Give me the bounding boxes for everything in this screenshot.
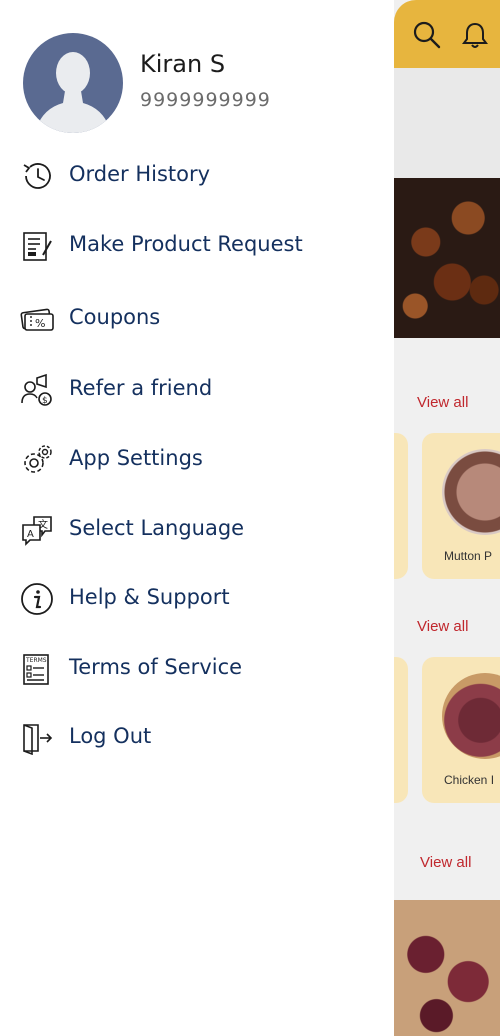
menu-item-label: Help & Support bbox=[69, 585, 230, 609]
product-image bbox=[442, 449, 500, 535]
menu-item-product-request[interactable]: Make Product Request bbox=[0, 220, 394, 270]
menu-item-label: App Settings bbox=[69, 446, 203, 470]
product-card-label: Chicken I bbox=[444, 773, 495, 787]
menu-item-select-language[interactable]: 文 A Select Language bbox=[0, 504, 394, 554]
product-card-label: Mutton P bbox=[444, 549, 493, 563]
menu-item-label: Make Product Request bbox=[69, 232, 303, 256]
menu-item-coupons[interactable]: % Coupons bbox=[0, 293, 394, 343]
user-name: Kiran S bbox=[140, 50, 226, 78]
app-header bbox=[394, 0, 500, 68]
language-icon: 文 A bbox=[22, 516, 52, 546]
menu-item-label: Refer a friend bbox=[69, 376, 213, 400]
history-icon bbox=[23, 163, 51, 189]
view-all-link[interactable]: View all bbox=[420, 854, 471, 871]
menu-item-label: Terms of Service bbox=[69, 655, 243, 679]
banner-placeholder bbox=[394, 68, 500, 178]
product-card-partial[interactable] bbox=[394, 657, 408, 803]
terms-document-icon: TERMS bbox=[23, 654, 49, 685]
user-silhouette-icon bbox=[35, 52, 111, 133]
menu-item-label: Order History bbox=[69, 162, 211, 186]
refer-friend-icon: $ bbox=[21, 373, 52, 406]
info-icon bbox=[21, 583, 53, 615]
avatar[interactable] bbox=[23, 33, 123, 133]
view-all-link[interactable]: View all bbox=[417, 394, 468, 411]
svg-text:%: % bbox=[35, 317, 45, 330]
user-phone: 9999999999 bbox=[140, 89, 271, 111]
logout-icon bbox=[23, 724, 53, 755]
gear-icon bbox=[24, 445, 52, 473]
search-icon[interactable] bbox=[412, 20, 442, 50]
svg-text:A: A bbox=[27, 529, 34, 540]
menu-item-terms-of-service[interactable]: TERMS Terms of Service bbox=[0, 643, 394, 693]
svg-text:TERMS: TERMS bbox=[25, 657, 47, 664]
menu-item-label: Log Out bbox=[69, 724, 152, 748]
request-form-icon bbox=[23, 232, 52, 261]
view-all-link[interactable]: View all bbox=[417, 618, 468, 635]
menu-item-refer-friend[interactable]: $ Refer a friend bbox=[0, 364, 394, 414]
svg-text:$: $ bbox=[42, 396, 48, 406]
promo-banner-image[interactable] bbox=[394, 178, 500, 338]
coupon-icon: % bbox=[20, 308, 54, 331]
product-card[interactable]: Chicken I bbox=[422, 657, 500, 803]
menu-item-order-history[interactable]: Order History bbox=[0, 150, 394, 200]
navigation-drawer: Kiran S 9999999999 Order History Make Pr… bbox=[0, 0, 394, 1036]
background-app: View all Mutton P View all Chicken I Vie… bbox=[394, 0, 500, 1036]
menu-item-log-out[interactable]: Log Out bbox=[0, 712, 394, 762]
menu-item-app-settings[interactable]: App Settings bbox=[0, 434, 394, 484]
menu-item-label: Coupons bbox=[69, 305, 161, 329]
product-card[interactable]: Mutton P bbox=[422, 433, 500, 579]
bell-icon[interactable] bbox=[460, 20, 490, 50]
product-image bbox=[442, 673, 500, 759]
product-banner-image[interactable] bbox=[394, 900, 500, 1036]
menu-item-label: Select Language bbox=[69, 516, 245, 540]
menu-item-help-support[interactable]: Help & Support bbox=[0, 573, 394, 623]
product-card-partial[interactable] bbox=[394, 433, 408, 579]
